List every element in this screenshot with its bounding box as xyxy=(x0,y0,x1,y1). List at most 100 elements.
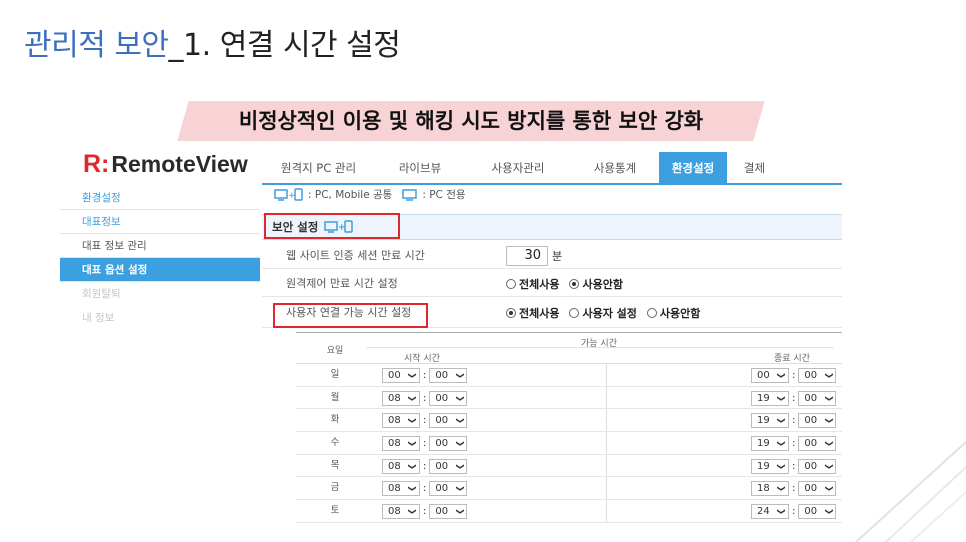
time-separator: : xyxy=(423,392,427,404)
end-minute-select[interactable]: 00 ❯ xyxy=(798,504,837,520)
start-hour-select[interactable]: 08 ❯ xyxy=(382,413,420,429)
start-minute-select[interactable]: 00 ❯ xyxy=(429,458,468,474)
logo-mark: R: xyxy=(83,150,110,178)
sidebar-item-rep-info-manage[interactable]: 대표 정보 관리 xyxy=(60,234,260,258)
app-logo[interactable]: R: RemoteView xyxy=(83,150,248,179)
col-end-time: 종료 시간 xyxy=(774,354,810,364)
schedule-row: 토 08 ❯:00 ❯ 24 ❯:00 ❯ xyxy=(296,500,842,523)
start-hour-select[interactable]: 00 ❯ xyxy=(382,368,420,383)
chevron-down-icon: ❯ xyxy=(408,508,418,515)
start-hour-select[interactable]: 08 ❯ xyxy=(382,436,420,452)
nav-liveview[interactable]: 라이브뷰 xyxy=(375,152,465,184)
sidebar-item-withdraw[interactable]: 회원탈퇴 xyxy=(60,282,260,306)
end-hour-select[interactable]: 18 ❯ xyxy=(751,481,789,497)
start-minute-select[interactable]: 00 ❯ xyxy=(429,481,468,497)
end-hour-select[interactable]: 19 ❯ xyxy=(751,413,789,429)
column-divider xyxy=(606,477,607,500)
session-timeout-input[interactable]: 30 xyxy=(506,245,548,266)
chevron-down-icon: ❯ xyxy=(408,394,418,402)
start-minute-select[interactable]: 00 ❯ xyxy=(429,413,468,429)
end-minute-select[interactable]: 00 ❯ xyxy=(798,481,837,497)
schedule-rows: 일 00 ❯:00 ❯ 00 ❯:00 ❯ 월 08 ❯:00 ❯ 19 ❯:00 ❯ 화 08 ❯:00 ❯ 19… xyxy=(296,364,842,523)
header-divider xyxy=(366,347,834,348)
end-minute-select[interactable]: 00 ❯ xyxy=(798,458,837,474)
radio-connect-none[interactable]: 사용안함 xyxy=(646,305,701,321)
end-time-selects: 19 ❯:00 ❯ xyxy=(751,390,837,406)
chevron-down-icon: ❯ xyxy=(824,440,834,447)
sidebar-item-settings[interactable]: 환경설정 xyxy=(60,186,260,210)
radio-label: 사용안함 xyxy=(659,307,701,320)
setting-label: 웹 사이트 인증 세션 만료 시간 xyxy=(286,249,425,262)
column-divider xyxy=(606,409,607,432)
end-minute-select[interactable]: 00 ❯ xyxy=(798,436,837,452)
end-hour-select[interactable]: 19 ❯ xyxy=(751,458,789,474)
start-time-selects: 00 ❯:00 ❯ xyxy=(382,368,468,383)
chevron-down-icon: ❯ xyxy=(408,372,418,379)
start-minute-select[interactable]: 00 ❯ xyxy=(429,368,468,383)
chevron-down-icon: ❯ xyxy=(777,417,787,425)
end-minute-select[interactable]: 00 ❯ xyxy=(798,390,837,406)
start-hour-select[interactable]: 08 ❯ xyxy=(382,458,420,474)
chevron-down-icon: ❯ xyxy=(824,485,834,493)
time-separator: : xyxy=(423,438,427,450)
time-separator: : xyxy=(423,506,427,518)
radio-remote-all[interactable]: 전체사용 xyxy=(506,276,559,292)
start-hour-select[interactable]: 08 ❯ xyxy=(382,504,420,520)
end-hour-select[interactable]: 00 ❯ xyxy=(751,368,789,383)
start-hour-select[interactable]: 08 ❯ xyxy=(382,390,420,406)
chevron-down-icon: ❯ xyxy=(408,462,418,470)
end-hour-select[interactable]: 24 ❯ xyxy=(751,504,789,520)
banner-text: 비정상적인 이용 및 해킹 시도 방지를 통한 보안 강화 xyxy=(238,109,704,133)
chevron-down-icon: ❯ xyxy=(824,372,834,379)
radio-label: 사용안함 xyxy=(582,277,623,291)
nav-payment[interactable]: 결제 xyxy=(727,152,782,184)
nav-usage-stats[interactable]: 사용통계 xyxy=(571,152,659,184)
end-minute-select[interactable]: 00 ❯ xyxy=(798,413,837,429)
time-separator: : xyxy=(792,483,796,495)
radio-connect-user[interactable]: 사용자 설정 xyxy=(569,305,637,321)
schedule-row: 수 08 ❯:00 ❯ 19 ❯:00 ❯ xyxy=(296,432,842,455)
select-value: 00 xyxy=(804,483,818,495)
col-day: 요일 xyxy=(326,346,344,356)
pc-icon xyxy=(402,188,418,201)
sidebar-item-my-info[interactable]: 내 정보 xyxy=(60,306,260,330)
schedule-row: 일 00 ❯:00 ❯ 00 ❯:00 ❯ xyxy=(296,364,842,387)
select-value: 00 xyxy=(435,392,449,404)
radio-circle xyxy=(506,278,516,289)
start-minute-select[interactable]: 00 ❯ xyxy=(429,436,468,452)
schedule-header: 요일 가능 시간 시작 시간 종료 시간 xyxy=(296,332,842,364)
end-hour-select[interactable]: 19 ❯ xyxy=(751,436,789,452)
pc-mobile-icon: + xyxy=(274,187,303,201)
day-label: 금 xyxy=(330,482,340,494)
nav-settings[interactable]: 환경설정 xyxy=(659,152,727,184)
device-legend: + : PC, Mobile 공통 : PC 전용 xyxy=(274,187,466,202)
time-separator: : xyxy=(792,438,796,450)
radio-remote-none[interactable]: 사용안함 xyxy=(569,276,623,292)
schedule-row: 화 08 ❯:00 ❯ 19 ❯:00 ❯ xyxy=(296,409,842,433)
chevron-down-icon: ❯ xyxy=(777,394,787,402)
nav-remote-pc[interactable]: 원격지 PC 관리 xyxy=(262,152,375,184)
time-separator: : xyxy=(423,483,427,495)
start-minute-select[interactable]: 00 ❯ xyxy=(429,390,468,406)
end-minute-select[interactable]: 00 ❯ xyxy=(798,368,837,383)
logo-text: RemoteView xyxy=(111,151,248,177)
setting-row-remote-expire: 원격제어 만료 시간 설정 전체사용 사용안함 xyxy=(262,270,842,297)
day-label: 토 xyxy=(330,505,340,517)
top-nav: 원격지 PC 관리 라이브뷰 사용자관리 사용통계 환경설정 결제 xyxy=(262,152,782,184)
start-hour-select[interactable]: 08 ❯ xyxy=(382,481,420,497)
radio-label: 전체사용 xyxy=(519,307,560,320)
slide-title-sub: _1. 연결 시간 설정 xyxy=(168,28,401,63)
start-minute-select[interactable]: 00 ❯ xyxy=(429,504,468,520)
end-hour-select[interactable]: 19 ❯ xyxy=(751,390,789,406)
time-separator: : xyxy=(792,460,796,472)
setting-control: 전체사용 사용자 설정 사용안함 xyxy=(506,298,706,328)
chevron-down-icon: ❯ xyxy=(824,417,834,425)
day-label: 월 xyxy=(330,391,340,403)
chevron-down-icon: ❯ xyxy=(777,372,787,379)
chevron-down-icon: ❯ xyxy=(824,462,834,470)
end-time-selects: 19 ❯:00 ❯ xyxy=(751,436,837,452)
nav-user-management[interactable]: 사용자관리 xyxy=(465,152,571,184)
sidebar-item-rep-info[interactable]: 대표정보 xyxy=(60,210,260,234)
sidebar-item-rep-options[interactable]: 대표 옵션 설정 xyxy=(60,258,260,282)
radio-connect-all[interactable]: 전체사용 xyxy=(506,305,559,321)
